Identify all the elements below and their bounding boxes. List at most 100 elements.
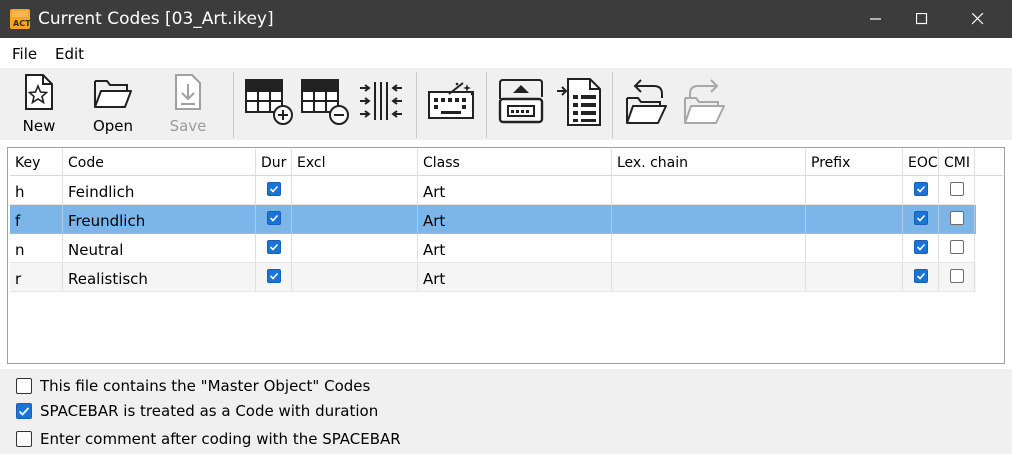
- minimize-button[interactable]: [853, 0, 899, 38]
- master-object-label: This file contains the "Master Object" C…: [40, 377, 371, 395]
- cell-cmi: [939, 234, 975, 263]
- cell-eoc: [903, 263, 939, 292]
- column-header-class[interactable]: Class: [418, 149, 612, 176]
- cell-excl[interactable]: [292, 234, 418, 263]
- cell-key[interactable]: h: [10, 176, 63, 205]
- cell-eoc: [903, 205, 939, 234]
- remove-row-button[interactable]: [297, 68, 351, 140]
- column-header-filler: [975, 149, 1003, 176]
- cmi-checkbox[interactable]: [950, 182, 964, 196]
- dur-checkbox[interactable]: [267, 269, 281, 283]
- table-row[interactable]: r Realistisch Art: [10, 263, 976, 292]
- cell-key[interactable]: n: [10, 234, 63, 263]
- toolbar-separator: [612, 72, 613, 138]
- app-icon-text: ACT: [13, 19, 31, 28]
- dur-checkbox[interactable]: [267, 240, 281, 254]
- cell-prefix[interactable]: [806, 263, 903, 292]
- cell-cmi: [939, 205, 975, 234]
- table-row[interactable]: h Feindlich Art: [10, 176, 976, 205]
- cell-class[interactable]: Art: [418, 263, 612, 292]
- column-header-prefix[interactable]: Prefix: [806, 149, 903, 176]
- eoc-checkbox[interactable]: [914, 182, 928, 196]
- maximize-button[interactable]: [899, 0, 945, 38]
- magic-keyboard-button[interactable]: [422, 68, 480, 140]
- save-label: Save: [169, 117, 207, 135]
- cell-key[interactable]: f: [10, 205, 63, 234]
- options-panel: This file contains the "Master Object" C…: [0, 369, 1012, 454]
- cell-lex-chain[interactable]: [612, 263, 806, 292]
- eoc-checkbox[interactable]: [914, 240, 928, 254]
- menu-bar: File Edit: [0, 38, 1012, 68]
- open-forward-button[interactable]: [676, 68, 732, 140]
- column-header-cmi[interactable]: CMI: [939, 149, 975, 176]
- cell-code[interactable]: Realistisch: [63, 263, 256, 292]
- menu-edit[interactable]: Edit: [55, 45, 84, 63]
- cell-code[interactable]: Freundlich: [63, 205, 256, 234]
- cell-prefix[interactable]: [806, 234, 903, 263]
- close-button[interactable]: [955, 0, 1001, 38]
- close-icon: [972, 13, 984, 25]
- eoc-checkbox[interactable]: [914, 269, 928, 283]
- open-back-button[interactable]: [618, 68, 674, 140]
- save-button[interactable]: Save: [156, 68, 220, 140]
- cell-prefix[interactable]: [806, 205, 903, 234]
- column-header-lex-chain[interactable]: Lex. chain: [612, 149, 806, 176]
- cell-excl[interactable]: [292, 176, 418, 205]
- cell-cmi: [939, 263, 975, 292]
- open-folder-icon: [94, 80, 132, 108]
- app-icon: ACT: [10, 9, 31, 29]
- new-button[interactable]: New: [8, 68, 70, 140]
- cmi-checkbox[interactable]: [950, 211, 964, 225]
- column-header-eoc[interactable]: EOC: [903, 149, 939, 176]
- cmi-checkbox[interactable]: [950, 240, 964, 254]
- open-button[interactable]: Open: [80, 68, 146, 140]
- cell-key[interactable]: r: [10, 263, 63, 292]
- toolbar-separator: [416, 72, 417, 138]
- add-row-icon: [245, 79, 293, 125]
- cell-dur: [256, 176, 292, 205]
- cell-code[interactable]: Neutral: [63, 234, 256, 263]
- dur-checkbox[interactable]: [267, 182, 281, 196]
- table-row[interactable]: n Neutral Art: [10, 234, 976, 263]
- title-bar: ACT Current Codes [03_Art.ikey]: [0, 0, 1012, 38]
- codes-table: Key Code Dur Excl Class Lex. chain Prefi…: [7, 147, 1005, 364]
- menu-file[interactable]: File: [12, 45, 37, 63]
- table-row[interactable]: f Freundlich Art: [10, 205, 976, 234]
- cell-lex-chain[interactable]: [612, 176, 806, 205]
- cell-class[interactable]: Art: [418, 205, 612, 234]
- cell-lex-chain[interactable]: [612, 205, 806, 234]
- open-back-icon: [626, 79, 667, 124]
- window-title: Current Codes [03_Art.ikey]: [38, 9, 274, 29]
- export-list-icon: [557, 78, 601, 126]
- cell-prefix[interactable]: [806, 176, 903, 205]
- cmi-checkbox[interactable]: [950, 269, 964, 283]
- magic-keyboard-icon: [428, 82, 474, 119]
- comment-after-coding-checkbox[interactable]: [16, 431, 32, 447]
- save-icon: [175, 74, 201, 110]
- cell-class[interactable]: Art: [418, 234, 612, 263]
- cell-lex-chain[interactable]: [612, 234, 806, 263]
- column-header-excl[interactable]: Excl: [292, 149, 418, 176]
- column-header-code[interactable]: Code: [63, 149, 256, 176]
- master-object-checkbox[interactable]: [16, 378, 32, 394]
- spacebar-duration-checkbox[interactable]: [16, 403, 32, 419]
- remove-row-icon: [301, 79, 349, 125]
- cell-excl[interactable]: [292, 263, 418, 292]
- cell-dur: [256, 263, 292, 292]
- new-file-icon: [25, 74, 53, 110]
- cell-cmi: [939, 176, 975, 205]
- cell-code[interactable]: Feindlich: [63, 176, 256, 205]
- add-row-button[interactable]: [241, 68, 295, 140]
- new-label: New: [22, 117, 56, 135]
- cell-excl[interactable]: [292, 205, 418, 234]
- cell-class[interactable]: Art: [418, 176, 612, 205]
- import-button[interactable]: [492, 68, 550, 140]
- export-list-button[interactable]: [552, 68, 608, 140]
- cell-eoc: [903, 234, 939, 263]
- column-header-key[interactable]: Key: [10, 149, 63, 176]
- column-header-dur[interactable]: Dur: [256, 149, 292, 176]
- columns-button[interactable]: [353, 68, 409, 140]
- cell-dur: [256, 205, 292, 234]
- eoc-checkbox[interactable]: [914, 211, 928, 225]
- dur-checkbox[interactable]: [267, 211, 281, 225]
